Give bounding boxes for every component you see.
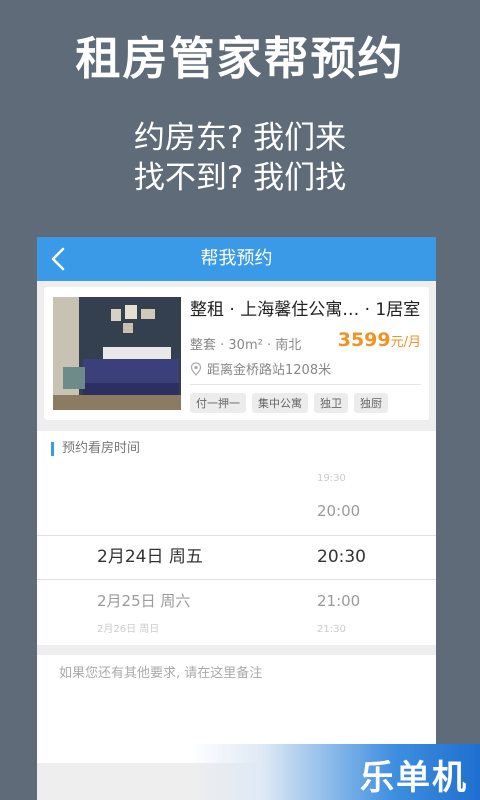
location-pin-icon: [190, 361, 202, 376]
page-title: 帮我预约: [200, 248, 273, 269]
picker-time: 19:30: [317, 473, 346, 484]
picker-row-selected[interactable]: 2月24日 周五 20:30: [37, 536, 436, 578]
listing-price: 3599元/月: [338, 329, 421, 351]
watermark-text: 乐单机: [360, 758, 468, 798]
tag: 独厨: [354, 393, 388, 413]
listing-photo: [53, 297, 181, 410]
schedule-label: 预约看房时间: [51, 442, 140, 456]
listing-title: 整租 · 上海馨住公寓… · 1居室: [190, 300, 421, 320]
picker-row[interactable]: 20:00: [37, 490, 436, 532]
tag: 付一押一: [190, 393, 246, 413]
promo-subline-2: 找不到? 我们找: [133, 160, 347, 196]
price-unit: 元/月: [390, 335, 421, 350]
card-divider: [190, 384, 421, 385]
picker-time: 21:30: [317, 624, 346, 635]
promo-subline-1: 约房东? 我们来: [133, 120, 347, 156]
picker-row[interactable]: 2月25日 周六 21:00: [37, 580, 436, 622]
picker-date: 2月24日 周五: [97, 547, 203, 567]
picker-time: 20:30: [317, 547, 366, 567]
picker-time: 21:00: [317, 592, 361, 610]
price-value: 3599: [337, 329, 391, 351]
listing-meta: 整套 · 30m² · 南北: [190, 338, 302, 353]
listing-tags: 付一押一 集中公寓 独卫 独厨: [190, 393, 394, 413]
remark-input[interactable]: [57, 665, 421, 682]
title-bar: 帮我预约: [37, 237, 436, 281]
listing-distance: 距离金桥路站1208米: [190, 359, 331, 378]
picker-time: 20:00: [317, 502, 361, 520]
watermark: 乐单机: [190, 744, 480, 800]
picker-date: 2月25日 周六: [97, 592, 191, 610]
distance-text: 距离金桥路站1208米: [207, 363, 332, 378]
tag: 独卫: [314, 393, 348, 413]
picker-row[interactable]: 19:30: [37, 467, 436, 491]
picker-row[interactable]: 2月26日 周日 21:30: [37, 619, 436, 641]
listing-card[interactable]: 整租 · 上海馨住公寓… · 1居室 整套 · 30m² · 南北 3599元/…: [44, 287, 429, 420]
picker-date: 2月26日 周日: [97, 624, 160, 635]
phone-screen: 帮我预约 整租 · 上海馨住公寓… · 1居室 整套 · 30m² · 南北 3…: [37, 237, 436, 800]
schedule-section: 预约看房时间 19:30 20:00 2月24日 周五 20:30 2月25日 …: [37, 431, 436, 645]
promo-headline: 租房管家帮预约: [75, 32, 405, 85]
tag: 集中公寓: [252, 393, 308, 413]
